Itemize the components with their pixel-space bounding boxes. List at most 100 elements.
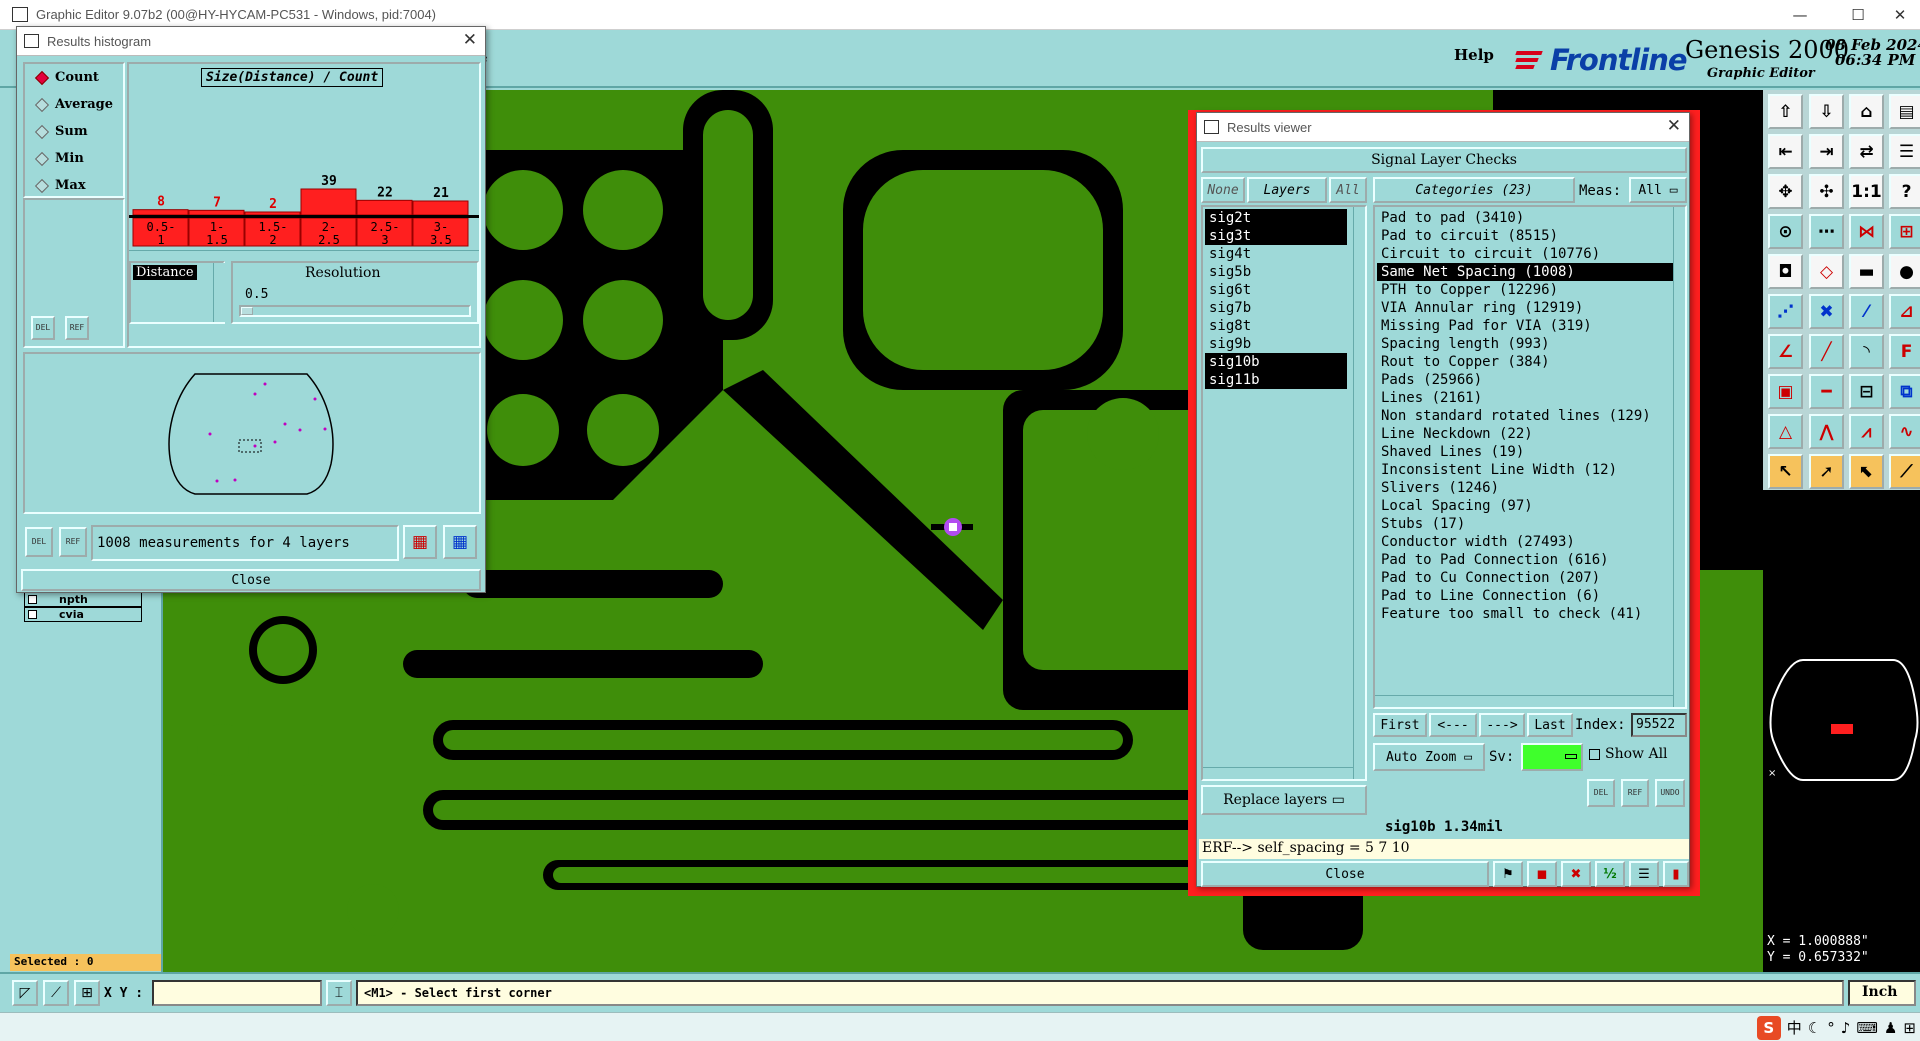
meas-selector[interactable]: All ▭ — [1629, 177, 1687, 203]
pan-icon[interactable]: ✣ — [1809, 174, 1844, 209]
connect-icon[interactable]: ⋰ — [1768, 294, 1803, 329]
board-overview[interactable]: × — [1763, 490, 1920, 930]
grid-snap-icon[interactable]: ⊞ — [74, 980, 100, 1006]
layer-checkbox[interactable] — [28, 610, 37, 619]
stat-option-sum[interactable]: Sum — [34, 124, 88, 140]
category-list-item[interactable]: Stubs (17) — [1377, 515, 1673, 533]
del-button[interactable]: DEL — [31, 316, 55, 340]
fill-icon[interactable]: F — [1889, 334, 1920, 369]
upload-icon[interactable]: ⇧ — [1768, 94, 1803, 129]
histogram-close-button[interactable]: Close — [21, 569, 481, 591]
stat-option-average[interactable]: Average — [34, 97, 113, 113]
select-icon[interactable]: ➚ — [1809, 454, 1844, 489]
category-list-item[interactable]: Lines (2161) — [1377, 389, 1673, 407]
swap-icon[interactable]: ⇄ — [1849, 134, 1884, 169]
arch-icon[interactable]: ⩘ — [1849, 414, 1884, 449]
move-left-icon[interactable]: ⇤ — [1768, 134, 1803, 169]
mark-icon[interactable]: ◼ — [1527, 861, 1557, 887]
resolution-slider[interactable] — [239, 305, 471, 317]
stat-option-min[interactable]: Min — [34, 151, 84, 167]
category-list-item[interactable]: Local Spacing (97) — [1377, 497, 1673, 515]
layer-list-item[interactable]: sig8t — [1205, 317, 1347, 335]
circle-icon[interactable]: ● — [1889, 254, 1920, 289]
replace-layers-button[interactable]: Replace layers ▭ — [1201, 785, 1367, 815]
cursor-icon[interactable]: ⌶ — [326, 980, 352, 1006]
punctuation-icon[interactable]: ° — [1827, 1019, 1835, 1037]
category-list-item[interactable]: Spacing length (993) — [1377, 335, 1673, 353]
grid-icon[interactable]: ⋯ — [1809, 214, 1844, 249]
category-list-item[interactable]: VIA Annular ring (12919) — [1377, 299, 1673, 317]
layer-list-item[interactable]: sig11b — [1205, 371, 1347, 389]
auto-zoom-selector[interactable]: Auto Zoom ▭ — [1373, 743, 1485, 771]
export-image-icon[interactable]: ▦ — [403, 525, 437, 559]
measure-icon[interactable]: ⊟ — [1849, 374, 1884, 409]
arc-icon[interactable]: ◝ — [1849, 334, 1884, 369]
histogram-bar[interactable] — [300, 188, 357, 216]
histogram-bar[interactable] — [244, 211, 301, 216]
line-edit-icon[interactable]: ━ — [1809, 374, 1844, 409]
microphone-icon[interactable]: ♪ — [1841, 1019, 1851, 1037]
del-button[interactable]: DEL — [25, 527, 53, 557]
layer-list-item[interactable]: sig9b — [1205, 335, 1347, 353]
shape-icon[interactable]: ◇ — [1809, 254, 1844, 289]
histogram-bar[interactable] — [412, 200, 469, 216]
category-list-item[interactable]: Line Neckdown (22) — [1377, 425, 1673, 443]
layer-list-item[interactable]: sig6t — [1205, 281, 1347, 299]
diagonal-icon[interactable]: ⁄ — [1849, 294, 1884, 329]
layer-checkbox[interactable] — [28, 595, 37, 604]
slash-icon[interactable]: ╱ — [1809, 334, 1844, 369]
maximize-button[interactable]: ☐ — [1840, 4, 1876, 26]
check-set-header[interactable]: Signal Layer Checks — [1201, 147, 1687, 173]
category-list-item[interactable]: Same Net Spacing (1008) — [1377, 263, 1673, 281]
category-list-item[interactable]: Circuit to circuit (10776) — [1377, 245, 1673, 263]
close-icon[interactable]: ✕ — [1667, 116, 1681, 136]
distance-label[interactable]: Distance — [133, 265, 197, 280]
snap-line-icon[interactable]: ⟋ — [43, 980, 69, 1006]
remove-icon[interactable]: ✖ — [1561, 861, 1591, 887]
category-list-item[interactable]: Non standard rotated lines (129) — [1377, 407, 1673, 425]
highlight-net-icon[interactable]: ⊞ — [1889, 214, 1920, 249]
category-list-item[interactable]: Pad to Cu Connection (207) — [1377, 569, 1673, 587]
route-icon[interactable]: ⟋ — [1889, 454, 1920, 489]
layer-list-item[interactable]: sig4t — [1205, 245, 1347, 263]
severity-selector[interactable] — [1521, 743, 1583, 771]
grid-menu-icon[interactable]: ⊞ — [1903, 1019, 1916, 1037]
export-report-icon[interactable]: ▦ — [443, 525, 477, 559]
layer-list-item[interactable]: sig3t — [1205, 227, 1347, 245]
ref-button[interactable]: REF — [59, 527, 87, 557]
step-icon[interactable]: ▤ — [1889, 94, 1920, 129]
layer-list-item[interactable]: sig10b — [1205, 353, 1347, 371]
index-input[interactable]: 95522 — [1631, 713, 1687, 737]
category-list-item[interactable]: Slivers (1246) — [1377, 479, 1673, 497]
layer-list-item[interactable]: sig7b — [1205, 299, 1347, 317]
category-list-item[interactable]: Shaved Lines (19) — [1377, 443, 1673, 461]
number-icon[interactable]: ½ — [1595, 861, 1625, 887]
keyboard-icon[interactable]: ⌨ — [1856, 1019, 1878, 1037]
first-button[interactable]: First — [1373, 713, 1427, 737]
viewer-close-button[interactable]: Close — [1201, 861, 1489, 887]
flag-icon[interactable]: ⚑ — [1493, 861, 1523, 887]
categories-hscrollbar[interactable] — [1375, 695, 1673, 707]
one-to-one-icon[interactable]: 1:1 — [1849, 174, 1884, 209]
layers-list[interactable]: sig2t sig3t sig4t sig5b sig6t sig7b sig8t sig9b… — [1201, 205, 1367, 781]
help-menu[interactable]: Help — [1454, 46, 1494, 64]
histogram-icon[interactable]: ▮ — [1663, 861, 1689, 887]
histogram-bar[interactable] — [188, 209, 245, 216]
chart-scrollbar[interactable] — [129, 250, 479, 254]
layer-row-npth[interactable]: npth — [24, 592, 142, 607]
shirt-icon[interactable]: ♟ — [1884, 1019, 1897, 1037]
histogram-bar[interactable] — [356, 199, 413, 216]
cross-icon[interactable]: ✖ — [1809, 294, 1844, 329]
xy-input[interactable] — [152, 980, 322, 1006]
home-icon[interactable]: ⌂ — [1849, 94, 1884, 129]
category-list-item[interactable]: Pad to Line Connection (6) — [1377, 587, 1673, 605]
categories-button[interactable]: Categories (23) — [1373, 177, 1575, 203]
category-list-item[interactable]: Feature too small to check (41) — [1377, 605, 1673, 623]
slider-thumb[interactable] — [241, 307, 253, 315]
category-list-item[interactable]: Inconsistent Line Width (12) — [1377, 461, 1673, 479]
category-list-item[interactable]: Pad to Pad Connection (616) — [1377, 551, 1673, 569]
category-list-item[interactable]: Pad to pad (3410) — [1377, 209, 1673, 227]
category-list-item[interactable]: Pad to circuit (8515) — [1377, 227, 1673, 245]
wave-icon[interactable]: ∿ — [1889, 414, 1920, 449]
close-window-button[interactable]: ✕ — [1882, 4, 1918, 26]
